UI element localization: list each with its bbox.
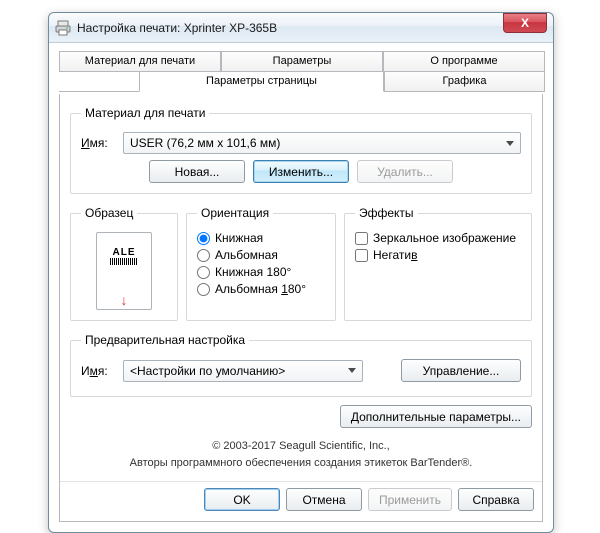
group-effects-legend: Эффекты: [355, 206, 418, 220]
sample-barcode-icon: [110, 258, 138, 265]
close-icon: X: [521, 16, 529, 30]
print-setup-dialog: Настройка печати: Xprinter XP-365B X Мат…: [48, 12, 554, 533]
titlebar: Настройка печати: Xprinter XP-365B X: [49, 13, 553, 43]
effect-negative[interactable]: Негатив: [355, 248, 521, 262]
group-sample-legend: Образец: [81, 206, 137, 220]
stock-name-label: Имя:: [81, 136, 117, 150]
feed-direction-arrow-icon: ↓: [121, 293, 128, 307]
orientation-portrait[interactable]: Книжная: [197, 231, 325, 245]
group-sample: Образец ALE ↓: [70, 206, 178, 321]
new-stock-button[interactable]: Новая...: [149, 160, 245, 183]
preset-name-value: <Настройки по умолчанию>: [130, 364, 285, 378]
close-button[interactable]: X: [503, 13, 547, 33]
tab-page-setup-content: Материал для печати Имя: USER (76,2 мм x…: [59, 94, 543, 522]
tab-graphics[interactable]: Графика: [384, 71, 545, 92]
advanced-options-button[interactable]: Дополнительные параметры...: [340, 405, 532, 428]
sample-text: ALE: [113, 247, 136, 258]
group-stock: Материал для печати Имя: USER (76,2 мм x…: [70, 106, 532, 194]
effect-mirror[interactable]: Зеркальное изображение: [355, 231, 521, 245]
tab-page-setup[interactable]: Параметры страницы: [139, 71, 384, 92]
group-preset-legend: Предварительная настройка: [81, 333, 249, 347]
stock-name-value: USER (76,2 мм x 101,6 мм): [130, 136, 280, 150]
orientation-portrait-180[interactable]: Книжная 180°: [197, 265, 325, 279]
group-effects: Эффекты Зеркальное изображение Негатив: [344, 206, 532, 321]
group-stock-legend: Материал для печати: [81, 106, 209, 120]
help-button[interactable]: Справка: [458, 488, 534, 511]
dialog-button-row: OK Отмена Применить Справка: [60, 481, 542, 511]
manage-presets-button[interactable]: Управление...: [401, 359, 521, 382]
delete-stock-button: Удалить...: [357, 160, 453, 183]
tab-stock[interactable]: Материал для печати: [59, 51, 221, 72]
orientation-landscape-180[interactable]: Альбомная 180°: [197, 282, 325, 296]
group-orientation: Ориентация Книжная Альбомная Книжная 180…: [186, 206, 336, 321]
preset-name-label: Имя:: [81, 364, 117, 378]
printer-icon: [55, 20, 71, 36]
tab-options[interactable]: Параметры: [221, 51, 383, 72]
cancel-button[interactable]: Отмена: [286, 488, 362, 511]
edit-stock-button[interactable]: Изменить...: [253, 160, 349, 183]
preset-name-combo[interactable]: <Настройки по умолчанию>: [123, 360, 363, 382]
group-orientation-legend: Ориентация: [197, 206, 273, 220]
footer-copyright: © 2003-2017 Seagull Scientific, Inc., Ав…: [70, 428, 532, 475]
window-title: Настройка печати: Xprinter XP-365B: [77, 21, 277, 35]
apply-button: Применить: [368, 488, 452, 511]
tabstrip: Материал для печати Параметры О программ…: [59, 51, 543, 93]
client-area: Материал для печати Параметры О программ…: [49, 43, 553, 532]
chevron-down-icon: [348, 368, 356, 373]
orientation-landscape[interactable]: Альбомная: [197, 248, 325, 262]
stock-name-combo[interactable]: USER (76,2 мм x 101,6 мм): [123, 132, 521, 154]
chevron-down-icon: [506, 141, 514, 146]
ok-button[interactable]: OK: [204, 488, 280, 511]
tab-about[interactable]: О программе: [383, 51, 545, 72]
sample-preview: ALE ↓: [96, 232, 152, 310]
group-preset: Предварительная настройка Имя: <Настройк…: [70, 333, 532, 397]
